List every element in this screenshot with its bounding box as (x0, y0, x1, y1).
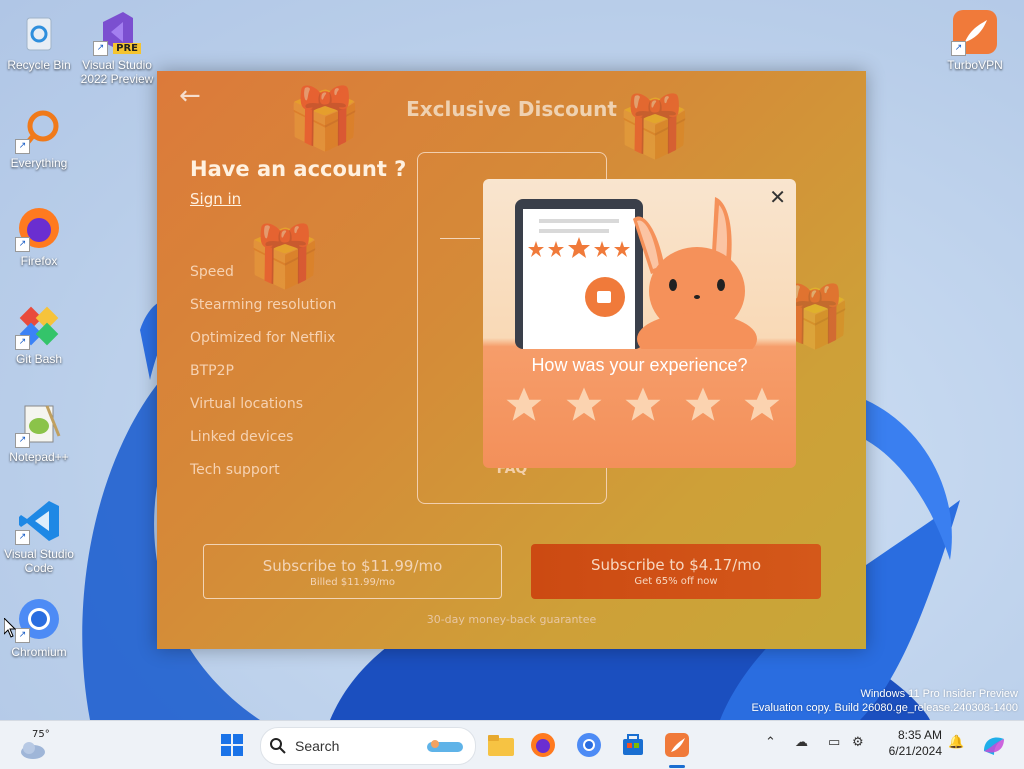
desktop-icon-everything[interactable]: ↗ Everything (1, 106, 77, 170)
subscribe-discount-sublabel: Get 65% off now (634, 576, 718, 587)
vscode-icon: ↗ (15, 497, 63, 545)
clock-time: 8:35 AM (897, 728, 942, 742)
desktop-icon-label: Notepad++ (9, 450, 69, 464)
subscribe-monthly-label: Subscribe to $11.99/mo (262, 557, 443, 575)
cloud-icon (21, 742, 45, 759)
rating-star-4[interactable] (682, 384, 724, 426)
subscribe-discount-label: Subscribe to $4.17/mo (590, 556, 762, 574)
feature-btp2p: BTP2P (190, 363, 234, 379)
shortcut-arrow-icon: ↗ (951, 41, 966, 56)
search-placeholder: Search (295, 738, 340, 754)
desktop-icon-git-bash[interactable]: ↗ Git Bash (1, 302, 77, 366)
watermark-line-2: Evaluation copy. Build 26080.ge_release.… (751, 702, 1018, 714)
rating-star-1[interactable] (503, 384, 545, 426)
mouse-cursor-icon (4, 618, 16, 638)
desktop-icon-label: Recycle Bin (7, 58, 71, 72)
display-icon[interactable]: ▭ (828, 735, 840, 750)
subscribe-monthly-sublabel: Billed $11.99/mo (309, 577, 396, 588)
windows-logo-icon (221, 734, 243, 756)
evaluation-watermark: Windows 11 Pro Insider Preview Evaluatio… (752, 687, 1018, 715)
recycle-bin-icon (15, 8, 63, 56)
system-clock[interactable]: 8:35 AM 6/21/2024 (882, 727, 942, 759)
shortcut-arrow-icon: ↗ (15, 139, 30, 154)
watermark-line-1: Windows 11 Pro Insider Preview (860, 688, 1018, 700)
feature-speed: Speed (190, 264, 234, 280)
feature-tech-support: Tech support (190, 462, 280, 478)
desktop-icon-turbovpn[interactable]: ↗ TurboVPN (937, 8, 1013, 72)
git-bash-icon: ↗ (15, 302, 63, 350)
page-title: Exclusive Discount (406, 97, 617, 121)
clock-date: 6/21/2024 (888, 744, 942, 758)
taskbar-store[interactable] (617, 729, 649, 761)
preview-badge: PRE (113, 43, 141, 54)
card-divider (440, 238, 480, 239)
subscribe-discount-button[interactable]: Subscribe to $4.17/mo Get 65% off now (531, 544, 821, 599)
taskbar-turbovpn[interactable] (661, 729, 693, 761)
taskbar-firefox[interactable] (527, 729, 559, 761)
search-icon (270, 738, 286, 754)
desktop-icon-notepad-plus-plus[interactable]: ↗ Notepad++ (1, 400, 77, 464)
shortcut-arrow-icon: ↗ (15, 335, 30, 350)
shortcut-arrow-icon: ↗ (93, 41, 108, 56)
start-button[interactable] (216, 729, 248, 761)
chromium-icon: ↗ (15, 595, 63, 643)
rating-popup: ✕ How was your experience? (483, 179, 796, 468)
subscribe-monthly-button[interactable]: Subscribe to $11.99/mo Billed $11.99/mo (203, 544, 502, 599)
desktop-icon-firefox[interactable]: ↗ Firefox (1, 204, 77, 268)
star-rating (503, 384, 783, 426)
shortcut-arrow-icon: ↗ (15, 237, 30, 252)
notepad-plus-plus-icon: ↗ (15, 400, 63, 448)
taskbar: 75° Search ⌃ ☁ ▭ ⚙ 8:35 AM 6/21/2024 🔔 (0, 720, 1024, 769)
copilot-icon (984, 737, 1004, 755)
chromium-icon (577, 733, 601, 757)
search-highlight-icon (427, 740, 463, 752)
desktop-icon-label: Git Bash (15, 352, 63, 366)
firefox-icon (531, 733, 555, 757)
desktop-icon-visual-studio-preview[interactable]: PRE ↗ Visual Studio 2022 Preview (79, 8, 155, 86)
close-icon[interactable]: ✕ (769, 185, 786, 209)
firefox-icon: ↗ (15, 204, 63, 252)
network-icon[interactable]: ⚙ (852, 735, 864, 750)
desktop-icon-label: Everything (10, 156, 68, 170)
feature-linked-devices: Linked devices (190, 429, 294, 445)
rating-star-5[interactable] (741, 384, 783, 426)
rating-question: How was your experience? (531, 355, 748, 375)
desktop-icon-vscode[interactable]: ↗ Visual Studio Code (1, 497, 77, 575)
sign-in-link[interactable]: Sign in (190, 190, 241, 208)
rating-star-3[interactable] (622, 384, 664, 426)
visual-studio-preview-icon: PRE ↗ (93, 8, 141, 56)
rabbit-illustration (515, 197, 757, 349)
weather-widget[interactable]: 75° (16, 729, 56, 761)
turbovpn-icon (665, 733, 689, 757)
taskbar-file-explorer[interactable] (485, 729, 517, 761)
onedrive-offline-icon[interactable]: ☁ (795, 735, 808, 750)
desktop-icon-label: TurboVPN (947, 58, 1003, 72)
account-prompt: Have an account ? (190, 157, 407, 181)
shortcut-arrow-icon: ↗ (15, 433, 30, 448)
weather-temperature: 75° (32, 729, 50, 740)
notification-bell-icon[interactable]: 🔔 (948, 735, 964, 750)
desktop-icon-label: Chromium (11, 645, 67, 659)
desktop-icon-label: Visual Studio Code (4, 547, 74, 575)
shortcut-arrow-icon: ↗ (15, 628, 30, 643)
taskbar-search[interactable]: Search (260, 727, 476, 765)
taskbar-chromium[interactable] (573, 729, 605, 761)
desktop-icon-recycle-bin[interactable]: Recycle Bin (1, 8, 77, 72)
rating-star-2[interactable] (563, 384, 605, 426)
turbovpn-icon: ↗ (951, 8, 999, 56)
feature-netflix: Optimized for Netflix (190, 330, 336, 346)
desktop-icon-label: Visual Studio 2022 Preview (80, 58, 154, 86)
folder-icon (488, 735, 514, 756)
money-back-guarantee: 30-day money-back guarantee (426, 613, 597, 626)
copilot-preview-button[interactable] (978, 729, 1010, 761)
show-hidden-icons-chevron-icon[interactable]: ⌃ (765, 735, 776, 750)
store-icon (623, 734, 643, 755)
everything-search-icon: ↗ (15, 106, 63, 154)
shortcut-arrow-icon: ↗ (15, 530, 30, 545)
gift-decoration: 🎁 (247, 222, 322, 292)
desktop-icon-label: Firefox (20, 254, 58, 268)
feature-streaming-resolution: Stearming resolution (190, 297, 337, 313)
feature-virtual-locations: Virtual locations (190, 396, 304, 412)
